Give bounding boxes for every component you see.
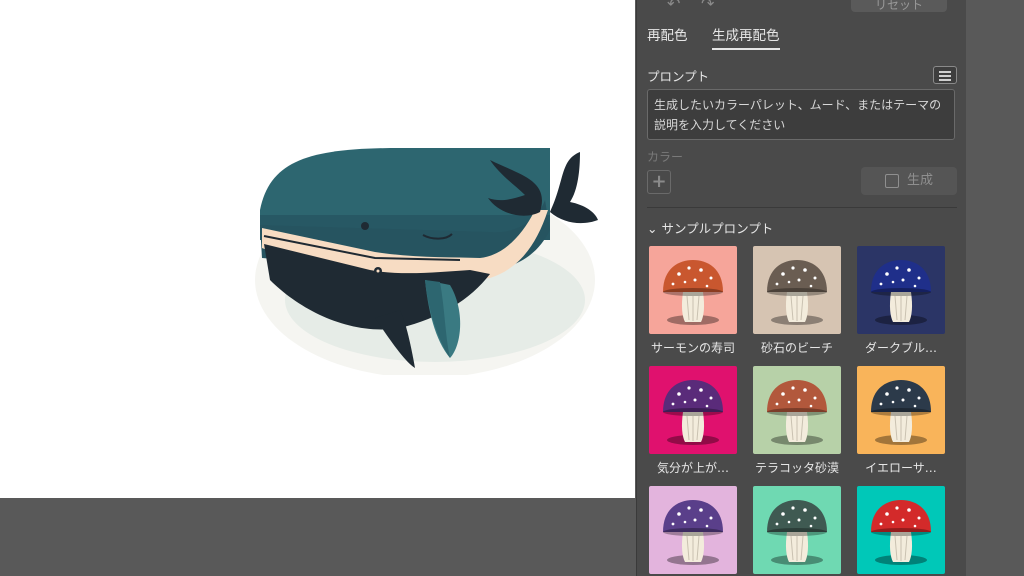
mushroom-icon <box>767 500 827 565</box>
prompt-input[interactable]: 生成したいカラーパレット、ムード、またはテーマの説明を入力してください <box>647 89 955 140</box>
mushroom-icon <box>871 380 931 445</box>
generate-button[interactable]: 生成 <box>861 167 957 195</box>
mushroom-icon <box>663 500 723 565</box>
sample-prompt-tile[interactable] <box>649 366 737 454</box>
mushroom-icon <box>663 380 723 445</box>
artboard[interactable] <box>0 0 635 498</box>
reset-button[interactable]: リセット <box>851 0 947 12</box>
sample-prompt-label: 気分が上が… <box>656 461 729 475</box>
canvas-area <box>0 0 635 576</box>
chevron-down-icon: ⌄ <box>647 221 658 236</box>
sample-prompt-label: テラコッタ砂漠 <box>754 461 839 475</box>
sample-prompts-header[interactable]: ⌄ サンプルプロンプト <box>647 218 773 237</box>
sample-prompt-tile[interactable] <box>753 486 841 574</box>
sample-prompt-tile[interactable] <box>857 246 945 334</box>
color-label: カラー <box>647 150 684 164</box>
mushroom-icon <box>871 500 931 565</box>
mushroom-icon <box>663 260 723 325</box>
whale-artwork[interactable] <box>250 140 600 375</box>
tab-generative-recolor[interactable]: 生成再配色 <box>712 24 780 50</box>
sample-prompt-tile[interactable] <box>857 486 945 574</box>
sample-prompt-tile[interactable] <box>753 246 841 334</box>
tab-recolor[interactable]: 再配色 <box>647 24 688 44</box>
generative-recolor-panel: ↶ ↷ リセット 再配色 生成再配色 プロンプト 生成したいカラーパレット、ムー… <box>636 0 967 576</box>
mushroom-icon <box>767 380 827 445</box>
sample-prompt-label: サーモンの寿司 <box>650 341 735 355</box>
redo-icon[interactable]: ↷ <box>701 0 714 13</box>
sample-prompt-tile[interactable] <box>857 366 945 454</box>
sample-prompt-label: ダークブル… <box>864 341 937 355</box>
sample-prompt-tile[interactable] <box>649 246 737 334</box>
divider <box>647 207 957 208</box>
right-strip <box>966 0 1024 576</box>
prompt-label: プロンプト <box>647 69 710 84</box>
panel-toolbar: ↶ ↷ リセット <box>637 0 967 14</box>
sample-prompt-tile[interactable] <box>753 366 841 454</box>
generate-icon <box>885 174 899 188</box>
mushroom-icon <box>871 260 931 325</box>
undo-icon[interactable]: ↶ <box>667 0 680 13</box>
sample-prompt-tile[interactable] <box>649 486 737 574</box>
sample-prompt-label: イエローサ… <box>865 461 937 475</box>
plus-icon[interactable]: + <box>647 170 671 194</box>
sample-prompt-label: 砂石のビーチ <box>760 341 833 355</box>
menu-icon[interactable] <box>933 66 957 84</box>
mushroom-icon <box>767 260 827 325</box>
